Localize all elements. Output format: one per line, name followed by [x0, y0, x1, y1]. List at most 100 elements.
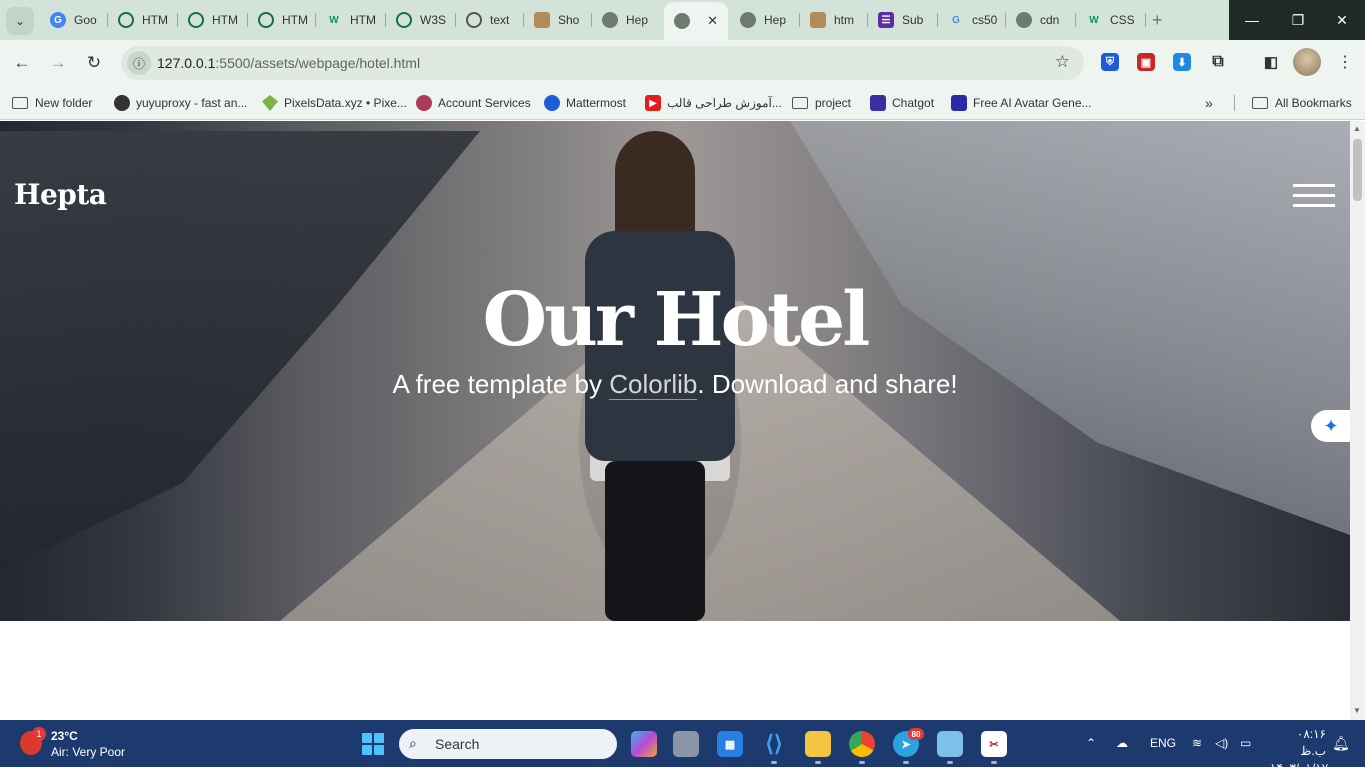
bookmark-item[interactable]: yuyuproxy - fast an... — [114, 93, 247, 113]
tab[interactable]: Gcs50 — [938, 4, 1006, 36]
running-indicator — [815, 761, 821, 764]
tab[interactable]: G Goo — [40, 4, 108, 36]
bookmark-item[interactable]: Account Services — [416, 93, 531, 113]
hero-subtitle: A free template by Colorlib. Download an… — [392, 369, 958, 400]
tab[interactable]: Sho — [524, 4, 592, 36]
globe-icon — [674, 13, 690, 29]
bookmark-star-icon[interactable]: ☆ — [1055, 52, 1070, 72]
bookmark-item[interactable]: PixelsData.xyz • Pixe... — [262, 93, 407, 113]
tab[interactable]: HTM — [178, 4, 248, 36]
extension-shield-icon[interactable]: ⛨ — [1101, 53, 1119, 71]
tab[interactable]: Hep — [730, 4, 800, 36]
start-button-windows-icon[interactable] — [362, 733, 384, 755]
scroll-up-icon[interactable]: ▲ — [1353, 124, 1361, 133]
tab-title: W3S — [420, 13, 447, 27]
network-status-icon[interactable]: ☁ — [1116, 736, 1128, 750]
wifi-icon[interactable]: ≋ — [1192, 736, 1202, 750]
tab[interactable]: cdn — [1006, 4, 1076, 36]
mattermost-icon — [544, 95, 560, 111]
tab[interactable]: W CSS — [1076, 4, 1146, 36]
tab[interactable]: HTM — [248, 4, 316, 36]
chevron-up-icon[interactable]: ⌃ — [1086, 736, 1096, 750]
tab[interactable]: W HTM — [316, 4, 386, 36]
clock-date: ۱۴۰۳/۰۱/۱۷ — [1270, 761, 1329, 775]
more-bookmarks-button[interactable]: » — [1205, 93, 1213, 113]
bookmark-item[interactable]: Free AI Avatar Gene... — [951, 93, 1092, 113]
task-view-icon[interactable] — [673, 731, 699, 757]
back-button[interactable]: ← — [10, 51, 34, 75]
scrollbar-thumb[interactable] — [1353, 139, 1362, 201]
avatar-icon — [951, 95, 967, 111]
tab[interactable]: HTM — [108, 4, 178, 36]
restore-button[interactable]: ❐ — [1275, 0, 1321, 40]
side-panel-icon[interactable]: ◧ — [1262, 53, 1280, 71]
scroll-down-icon[interactable]: ▼ — [1353, 706, 1361, 715]
page-icon — [810, 12, 826, 28]
file-explorer-icon[interactable] — [805, 731, 831, 757]
profile-avatar[interactable] — [1293, 48, 1321, 76]
minimize-button[interactable]: — — [1229, 0, 1275, 40]
running-indicator — [947, 761, 953, 764]
extension-red-icon[interactable]: ▣ — [1137, 53, 1155, 71]
vscode-icon[interactable]: ⟨⟩ — [761, 731, 787, 757]
colorlib-link[interactable]: Colorlib — [609, 369, 698, 400]
tab[interactable]: ☰ Sub — [868, 4, 938, 36]
list-icon: ☰ — [878, 12, 894, 28]
tab-title: cs50 — [972, 13, 998, 27]
chrome-icon[interactable] — [849, 731, 875, 757]
running-indicator — [991, 761, 997, 764]
floating-sparkle-icon[interactable]: ✦ — [1311, 410, 1350, 442]
globe-icon — [1016, 12, 1032, 28]
tab-title: HTM — [350, 13, 376, 27]
tab-search-button[interactable]: ⌄ — [6, 7, 34, 35]
bookmark-item[interactable]: New folder — [12, 93, 92, 113]
bookmark-item[interactable]: Mattermost — [544, 93, 626, 113]
tab[interactable]: text — [456, 4, 524, 36]
extensions-puzzle-icon[interactable]: ⧉ — [1209, 53, 1227, 71]
bookmark-item[interactable]: Chatgot — [870, 93, 934, 113]
close-window-button[interactable]: ✕ — [1319, 0, 1365, 40]
tab-title: Hep — [626, 13, 649, 27]
notepad-icon[interactable] — [937, 731, 963, 757]
volume-icon[interactable]: ◁) — [1215, 736, 1228, 750]
download-icon[interactable]: ⬇ — [1173, 53, 1191, 71]
tab-title: Sho — [558, 13, 580, 27]
tab[interactable]: W3S — [386, 4, 456, 36]
close-icon[interactable]: ✕ — [707, 13, 718, 29]
page-scrollbar[interactable]: ▲ ▼ — [1350, 121, 1365, 720]
taskbar-search[interactable]: ⌕ Search — [399, 729, 617, 759]
weather-widget[interactable]: 1 23°C Air: Very Poor — [18, 727, 148, 761]
site-icon — [258, 12, 274, 28]
reload-button[interactable]: ↻ — [82, 51, 106, 75]
url-text[interactable]: 127.0.0.1:5500/assets/webpage/hotel.html — [157, 55, 420, 71]
site-logo[interactable]: Hepta — [14, 178, 107, 211]
site-info-icon[interactable]: ⓘ — [127, 51, 151, 75]
battery-icon[interactable]: ▭ — [1240, 736, 1251, 750]
notification-bell-icon[interactable]: 🔔︎ — [1332, 735, 1350, 752]
forward-button[interactable]: → — [46, 51, 70, 75]
bookmark-item[interactable]: ▶ آموزش طراحی قالب... — [645, 93, 782, 113]
all-bookmarks-button[interactable]: All Bookmarks — [1252, 93, 1352, 113]
google-translate-icon: G — [50, 12, 66, 28]
tab[interactable]: htm — [800, 4, 868, 36]
google-icon: G — [952, 14, 960, 26]
clock[interactable]: ۰۸:۱۶ ب.ظ ۱۴۰۳/۰۱/۱۷ — [1270, 726, 1329, 777]
tab-active[interactable]: ✕ — [664, 2, 728, 40]
tab-title: HTM — [282, 13, 308, 27]
tab[interactable]: Hep — [592, 4, 662, 36]
search-icon: ⌕ — [409, 735, 417, 751]
address-bar[interactable]: ⓘ 127.0.0.1:5500/assets/webpage/hotel.ht… — [121, 46, 1084, 80]
youtube-icon: ▶ — [645, 95, 661, 111]
account-icon — [416, 95, 432, 111]
tab-title: text — [490, 13, 510, 27]
snipping-tool-icon[interactable]: ✂ — [981, 731, 1007, 757]
hamburger-menu-icon[interactable] — [1293, 184, 1335, 208]
menu-kebab-icon[interactable]: ⋮ — [1337, 52, 1353, 72]
chatgot-icon — [870, 95, 886, 111]
bookmark-item[interactable]: project — [792, 93, 851, 113]
new-tab-button[interactable]: + — [1152, 10, 1163, 31]
language-indicator[interactable]: ENG — [1150, 736, 1176, 750]
tab-strip: ⌄ G Goo HTM HTM HTM W HTM W3S text Sho Hep… — [0, 0, 1365, 40]
store-icon[interactable]: ▦ — [717, 731, 743, 757]
copilot-icon[interactable] — [631, 731, 657, 757]
